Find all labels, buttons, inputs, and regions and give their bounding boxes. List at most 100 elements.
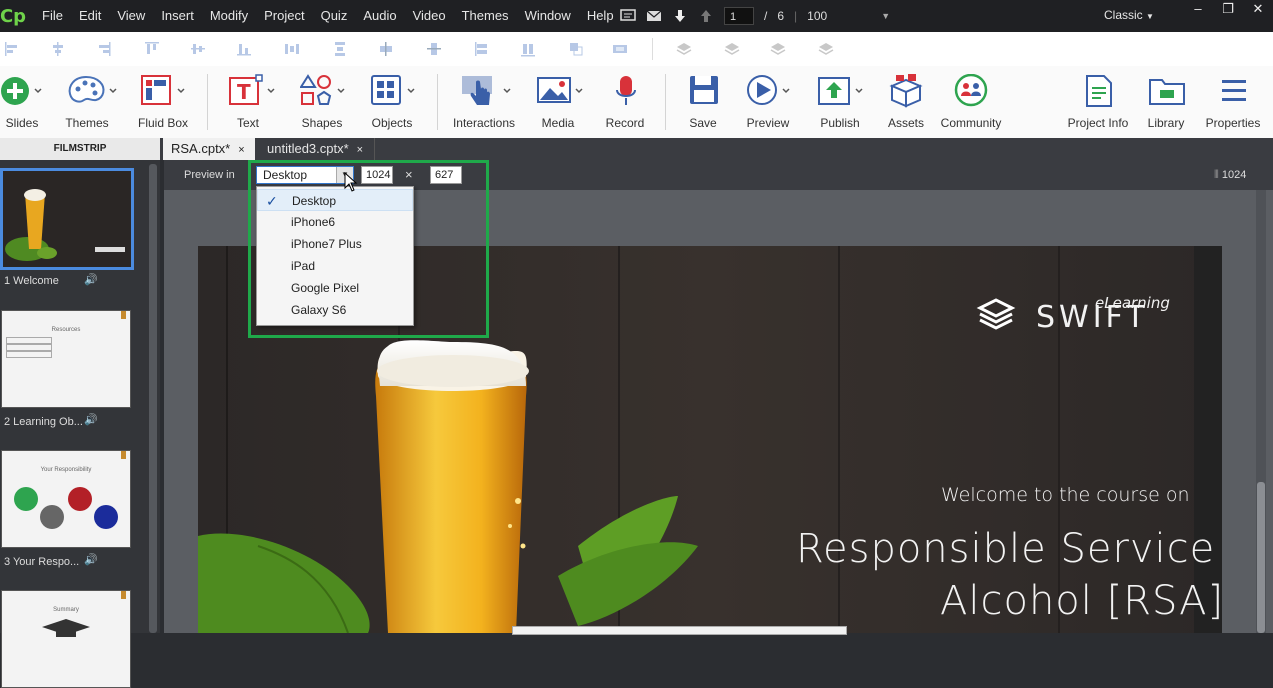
scrollbar-thumb[interactable]	[1257, 482, 1265, 633]
fluid-box-button[interactable]: Fluid Box	[136, 66, 190, 138]
record-button[interactable]: Record	[604, 66, 646, 138]
align-left-icon[interactable]	[4, 41, 20, 57]
menu-insert[interactable]: Insert	[153, 0, 202, 32]
properties-button[interactable]: Properties	[1202, 66, 1264, 138]
interactions-label: Interactions	[452, 116, 516, 130]
menu-themes[interactable]: Themes	[454, 0, 517, 32]
align-toolbar	[0, 32, 1273, 67]
minimize-icon[interactable]: –	[1183, 0, 1213, 20]
interactions-button[interactable]: Interactions	[452, 66, 516, 138]
distribute-horizontal-icon[interactable]	[284, 41, 300, 57]
center-horizontal-icon[interactable]	[378, 41, 394, 57]
bring-forward-icon[interactable]	[676, 41, 692, 57]
current-page-input[interactable]: 1	[724, 7, 754, 25]
send-backward-icon[interactable]	[770, 41, 786, 57]
stage-object-placeholder[interactable]	[512, 626, 847, 635]
menu-file[interactable]: File	[34, 0, 71, 32]
slide-thumbnail-1[interactable]	[0, 168, 134, 270]
menu-audio[interactable]: Audio	[355, 0, 404, 32]
slide-thumbnail-2[interactable]: Resources	[1, 310, 131, 408]
project-info-button[interactable]: Project Info	[1066, 66, 1130, 138]
preview-label: Preview	[746, 116, 790, 130]
publish-button[interactable]: Publish	[816, 66, 866, 138]
center-vertical-icon[interactable]	[426, 41, 442, 57]
slides-button[interactable]: Slides	[0, 66, 44, 138]
media-label: Media	[541, 116, 575, 130]
menu-tools: 1 / 6 | 100 ▼	[620, 0, 890, 32]
objects-button[interactable]: Objects	[370, 66, 420, 138]
filmstrip-panel: 1 Welcome 🔊 Resources 2 Learning Ob... 🔊…	[0, 160, 160, 688]
same-size-icon[interactable]	[568, 41, 584, 57]
workspace-selector[interactable]: Classic ▼	[1104, 0, 1154, 32]
stage-scrollbar[interactable]	[1256, 190, 1266, 633]
menu-video[interactable]: Video	[405, 0, 454, 32]
slides-label: Slides	[5, 116, 39, 130]
assets-button[interactable]: Assets	[884, 66, 928, 138]
slide-thumbnail-3[interactable]: Your Responsibility	[1, 450, 131, 548]
text-box-icon: T	[229, 74, 275, 105]
menu-edit[interactable]: Edit	[71, 0, 109, 32]
slide-thumbnail-4[interactable]: Summary	[1, 590, 131, 688]
assets-label: Assets	[887, 116, 924, 130]
align-center-icon[interactable]	[50, 41, 66, 57]
highlight-box	[248, 160, 489, 338]
speaker-icon[interactable]: 🔊	[84, 553, 98, 566]
tab-label: untitled3.cptx*	[267, 141, 349, 156]
align-bottom-icon[interactable]	[236, 41, 252, 57]
distribute-vertical-icon[interactable]	[332, 41, 348, 57]
library-button[interactable]: Library	[1144, 66, 1188, 138]
community-button[interactable]: Community	[940, 66, 1002, 138]
align-top-icon[interactable]	[144, 41, 160, 57]
arrow-up-icon[interactable]	[698, 9, 714, 23]
text-label: Text	[236, 116, 259, 130]
menu-project[interactable]: Project	[256, 0, 312, 32]
preview-in-label: Preview in	[184, 169, 235, 181]
arrow-down-icon[interactable]	[672, 9, 688, 23]
same-width-icon[interactable]	[474, 41, 490, 57]
preview-button[interactable]: Preview	[745, 66, 795, 138]
speaker-icon[interactable]: 🔊	[84, 413, 98, 426]
bring-to-front-icon[interactable]	[724, 41, 740, 57]
themes-label: Themes	[65, 116, 109, 130]
save-button[interactable]: Save	[684, 66, 722, 138]
same-height-icon[interactable]	[520, 41, 536, 57]
menu-quiz[interactable]: Quiz	[313, 0, 356, 32]
fluid-box-label: Fluid Box	[137, 116, 189, 130]
media-button[interactable]: Media	[536, 66, 586, 138]
tab-untitled3[interactable]: untitled3.cptx* ×	[259, 138, 375, 160]
zoom-dropdown-icon[interactable]: ▼	[881, 11, 890, 21]
menu-help[interactable]: Help	[579, 0, 622, 32]
shapes-button[interactable]: Shapes	[300, 66, 350, 138]
save-label: Save	[689, 116, 717, 130]
zoom-level[interactable]: 100	[807, 9, 827, 23]
menu-bar: Cp File Edit View Insert Modify Project …	[0, 0, 1273, 32]
thumb-line	[6, 344, 52, 351]
resize-icon[interactable]	[612, 41, 628, 57]
close-icon[interactable]: ✕	[1243, 0, 1273, 20]
plus-circle-icon	[1, 77, 42, 105]
themes-button[interactable]: Themes	[65, 66, 120, 138]
close-icon[interactable]: ×	[357, 144, 363, 156]
speaker-icon[interactable]: 🔊	[84, 273, 98, 286]
window-controls: – ❐ ✕	[1183, 0, 1273, 20]
tab-rsa[interactable]: RSA.cptx* ×	[163, 138, 255, 160]
filmstrip-scrollbar[interactable]	[149, 164, 157, 633]
menu-modify[interactable]: Modify	[202, 0, 256, 32]
objects-icon	[371, 75, 415, 105]
properties-label: Properties	[1205, 116, 1261, 130]
close-icon[interactable]: ×	[238, 144, 244, 156]
menu-window[interactable]: Window	[517, 0, 579, 32]
align-middle-icon[interactable]	[190, 41, 206, 57]
ruler-readout[interactable]: ⦀ 1024	[1214, 169, 1246, 182]
bookmark-icon	[121, 451, 126, 459]
caption-icon[interactable]	[620, 9, 636, 23]
course-title-line1: Responsible Service of	[796, 526, 1222, 572]
text-button[interactable]: T Text	[228, 66, 278, 138]
menu-view[interactable]: View	[109, 0, 153, 32]
mail-icon[interactable]	[646, 9, 662, 23]
thumb-line	[6, 337, 52, 344]
align-right-icon[interactable]	[96, 41, 112, 57]
restore-icon[interactable]: ❐	[1213, 0, 1243, 20]
microphone-icon	[616, 76, 636, 105]
send-to-back-icon[interactable]	[818, 41, 834, 57]
